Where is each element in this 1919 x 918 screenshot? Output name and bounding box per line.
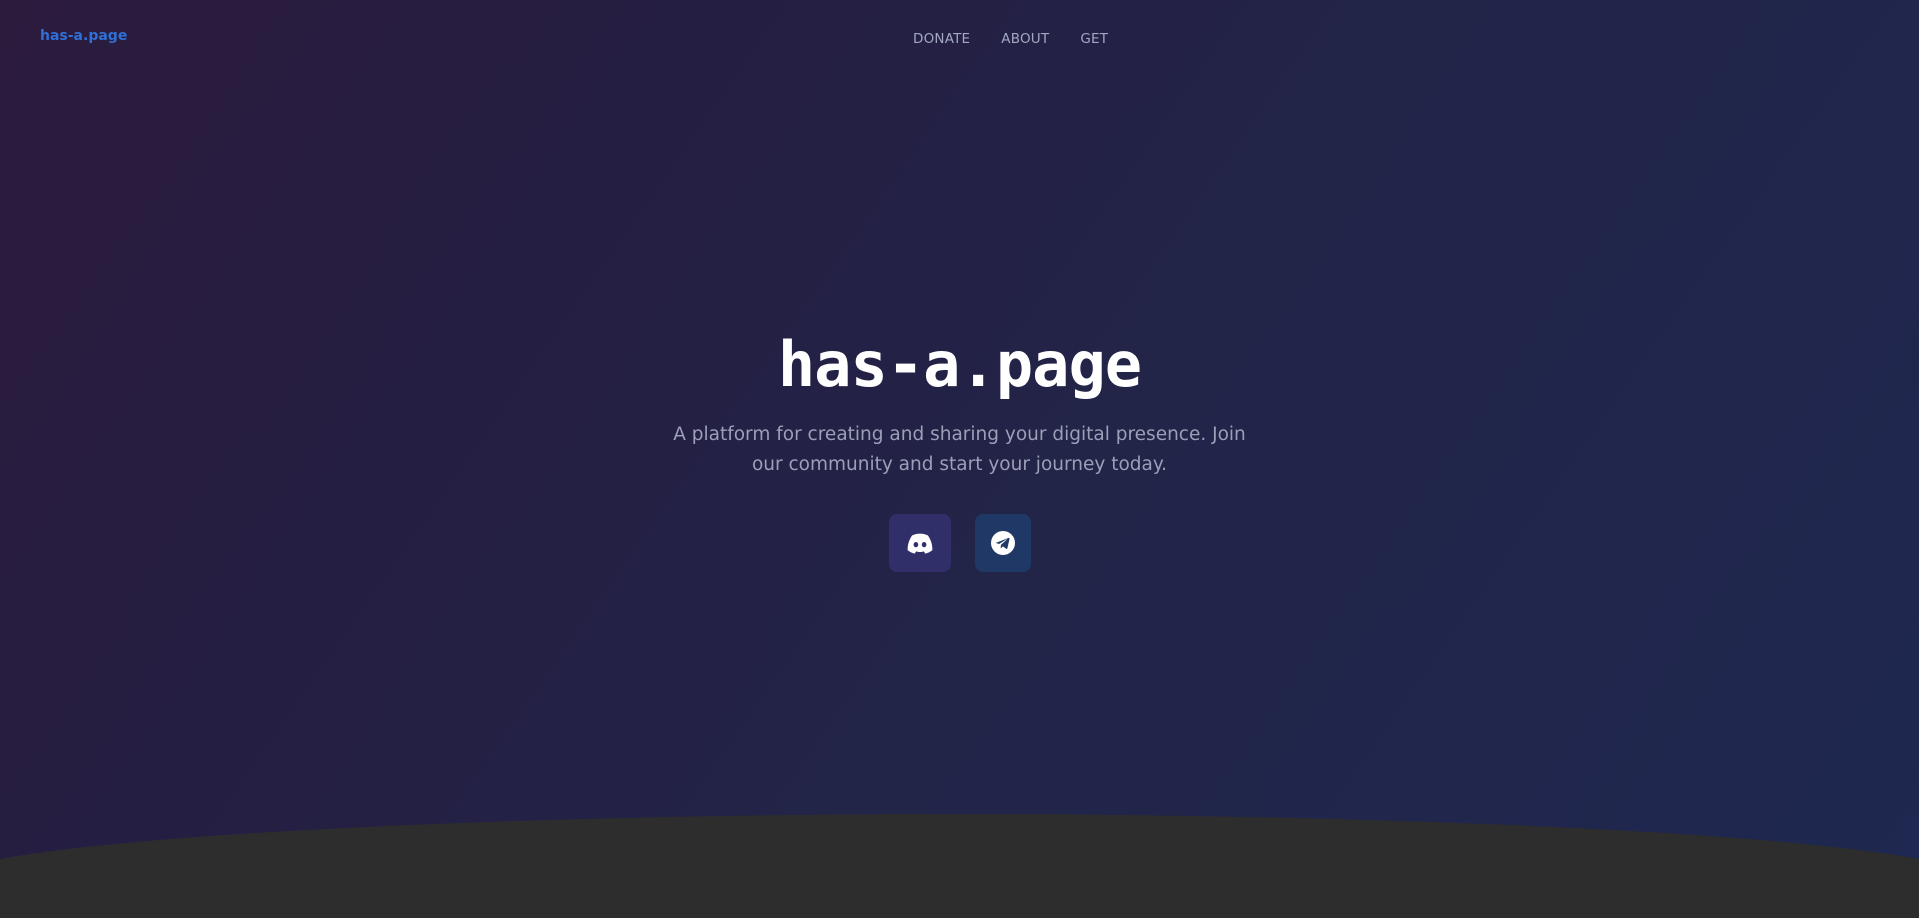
nav-link-get[interactable]: GET bbox=[1080, 31, 1108, 47]
discord-icon bbox=[905, 532, 935, 555]
telegram-button[interactable] bbox=[974, 514, 1031, 572]
social-links bbox=[0, 514, 1919, 572]
top-navigation: has-a.page DONATE ABOUT GET bbox=[0, 0, 1919, 80]
brand-logo-link[interactable]: has-a.page bbox=[40, 28, 127, 44]
bottom-wave-section bbox=[0, 814, 1919, 918]
hero-subtitle: A platform for creating and sharing your… bbox=[673, 424, 1246, 475]
discord-button[interactable] bbox=[888, 514, 951, 572]
nav-link-donate[interactable]: DONATE bbox=[913, 31, 970, 47]
hero-title: has-a.page bbox=[777, 328, 1142, 401]
nav-links: DONATE ABOUT GET bbox=[913, 31, 1108, 47]
telegram-icon bbox=[990, 531, 1015, 555]
hero-section: has-a.page A platform for creating and s… bbox=[0, 326, 1919, 480]
nav-link-about[interactable]: ABOUT bbox=[1001, 31, 1049, 47]
